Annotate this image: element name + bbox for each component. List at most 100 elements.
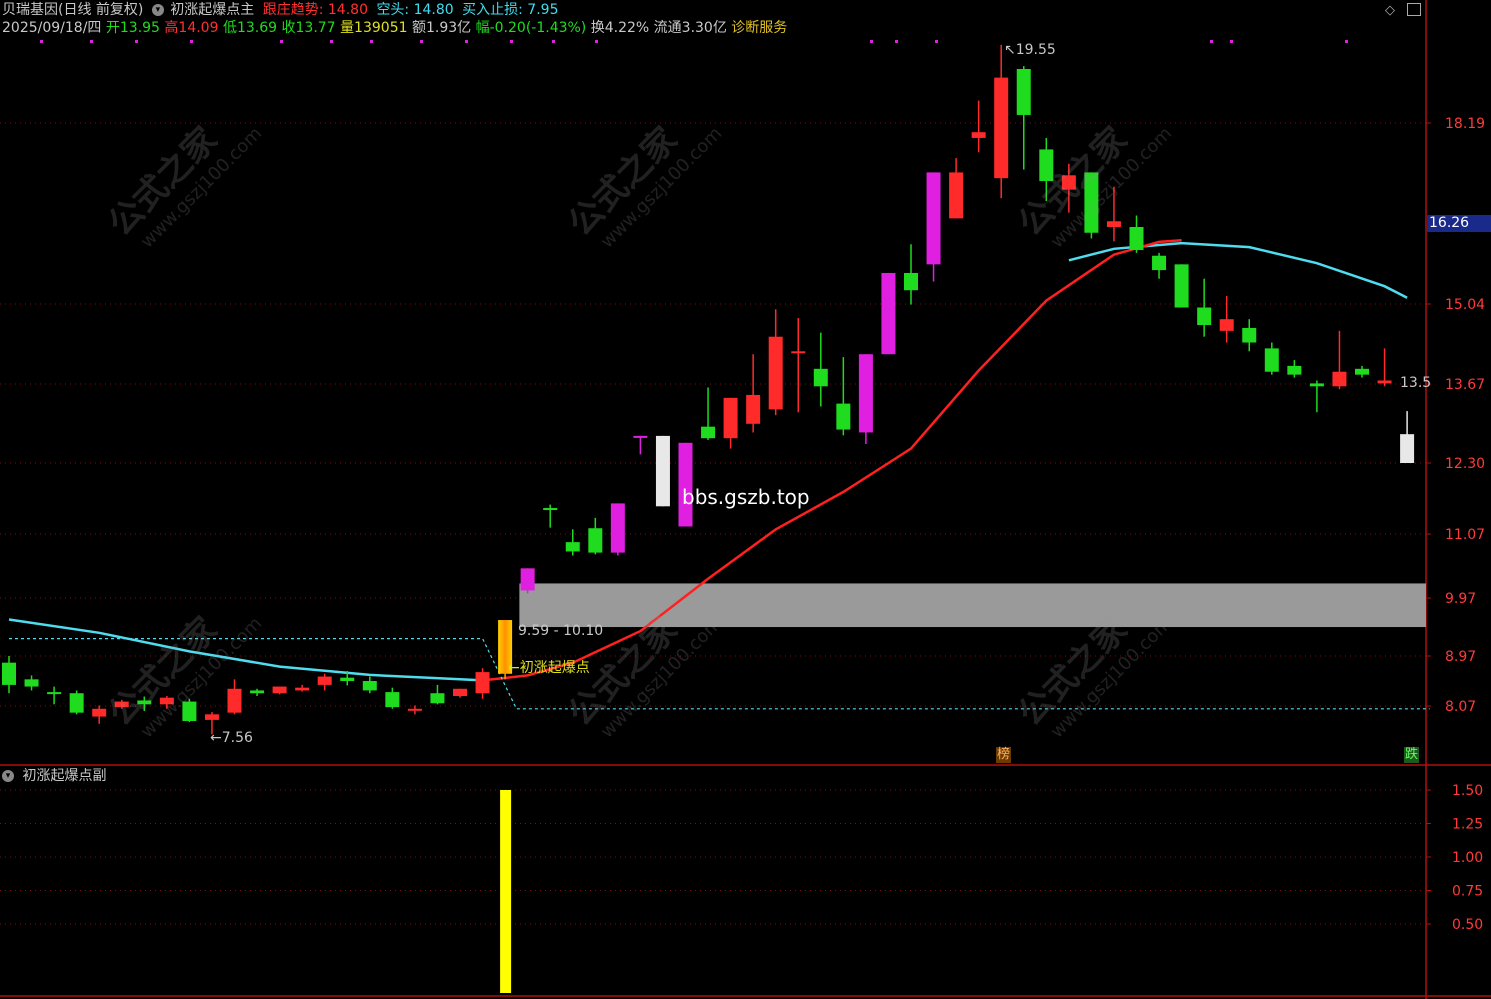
candle-body [159, 697, 174, 705]
candle-body [24, 679, 39, 687]
candle-body [1287, 365, 1302, 375]
sub-indicator-dropdown-icon[interactable]: ▾ [2, 770, 14, 782]
fall-badge[interactable]: 跌 [1404, 747, 1420, 763]
window-toggle-icon[interactable] [1407, 3, 1421, 16]
marker-dot [280, 40, 283, 43]
candle-body [1197, 307, 1212, 326]
trend-label: 跟庄趋势: 14.80 [262, 2, 368, 18]
quote-change: 幅-0.20(-1.43%) [475, 20, 587, 36]
marker-dot [135, 40, 138, 43]
candle-body [971, 132, 986, 138]
marker-dot [90, 40, 93, 43]
candle-body [475, 672, 490, 694]
marker-dot [330, 40, 333, 43]
candle-body [114, 701, 129, 708]
indicator-dropdown-icon[interactable]: ▾ [151, 4, 164, 16]
candle-body [1377, 380, 1392, 384]
candle-body [588, 528, 603, 553]
sub-axis-tick-label: 1.00 [1452, 850, 1483, 866]
candle-body [791, 351, 806, 354]
short-label: 空头: 14.80 [376, 2, 454, 18]
high-price-marker: ↖19.55 [1004, 42, 1056, 58]
quote-amount: 额1.93亿 [411, 20, 472, 36]
candle-body [250, 690, 265, 694]
candle-body [362, 681, 377, 691]
marker-dot [190, 40, 193, 43]
marker-dot [595, 40, 598, 43]
candle-body [272, 686, 287, 694]
candle-body [1016, 68, 1031, 115]
quote-float-cap: 流通3.30亿 [653, 20, 727, 36]
candle-body [1219, 319, 1234, 331]
marker-dot [370, 40, 373, 43]
candle-body [768, 336, 783, 410]
candle-body [2, 662, 16, 685]
marker-dot [1210, 40, 1213, 43]
candle-body [723, 397, 738, 439]
axis-tick-label: 9.97 [1445, 591, 1476, 607]
marker-dot [465, 40, 468, 43]
axis-tick-label: 11.07 [1445, 527, 1485, 543]
candle-body [858, 354, 873, 433]
candle-body [1174, 264, 1189, 308]
site-text: bbs.gszb.top [682, 485, 810, 509]
quote-close: 收13.77 [281, 20, 336, 36]
candle-body [385, 692, 400, 708]
indicator-name[interactable]: 初涨起爆点主 [170, 2, 254, 18]
axis-tick-label: 12.30 [1445, 456, 1485, 472]
quote-date: 2025/09/18/四 [2, 20, 102, 36]
marker-dot [510, 40, 513, 43]
diamond-icon[interactable]: ◇ [1385, 4, 1395, 17]
candle-body [543, 508, 558, 511]
candle-body [340, 677, 355, 681]
marker-dot [870, 40, 873, 43]
candle-body [407, 708, 422, 711]
sub-axis-tick-label: 1.50 [1452, 783, 1483, 799]
marker-dot [420, 40, 423, 43]
sub-axis-tick-label: 1.25 [1452, 817, 1483, 833]
candle-body [926, 172, 941, 265]
candle-body [1152, 255, 1167, 271]
quote-high: 高14.09 [164, 20, 219, 36]
candle-body [92, 708, 107, 717]
candle-body [1242, 327, 1257, 343]
candle-body [701, 426, 716, 439]
candle-body [813, 368, 828, 387]
candle-body [836, 403, 851, 430]
candle-body [227, 688, 242, 713]
candle-body [520, 568, 535, 591]
candle-body [1332, 371, 1347, 387]
candle-body [69, 693, 84, 713]
candle-body [317, 676, 332, 685]
candle-body [949, 172, 964, 219]
candle-body [633, 435, 648, 438]
stop-loss-label: 买入止损: 7.95 [462, 2, 559, 18]
candle-body [881, 272, 896, 355]
candle-body [1129, 227, 1144, 250]
last-price-label: 13.5 [1400, 375, 1432, 391]
signal-label: ←初涨起爆点 [508, 660, 590, 676]
sub-axis-tick-label: 0.50 [1452, 917, 1483, 933]
candle-body [137, 700, 152, 705]
sub-axis-tick-label: 0.75 [1452, 884, 1483, 900]
candle-body [994, 77, 1009, 179]
candle-body [746, 394, 761, 424]
candle-body [1355, 368, 1369, 375]
quote-low: 低13.69 [222, 20, 278, 36]
candle-body [430, 693, 445, 704]
diagnosis-service-link[interactable]: 诊断服务 [731, 20, 787, 36]
axis-tick-label: 8.07 [1445, 699, 1476, 715]
candle-body [655, 435, 670, 507]
ranking-badge[interactable]: 榜 [996, 747, 1012, 763]
axis-tick-label: 18.19 [1445, 116, 1485, 132]
sub-panel-title: 初涨起爆点副 [22, 768, 107, 784]
candle-body [1400, 434, 1415, 463]
candle-body [565, 542, 580, 552]
candle-body [1061, 175, 1076, 190]
marker-dot [1345, 40, 1348, 43]
marker-dot [552, 40, 555, 43]
stock-name[interactable]: 贝瑞基因(日线 前复权) [2, 2, 143, 18]
marker-dot [1230, 40, 1233, 43]
marker-dot [40, 40, 43, 43]
marker-dot [935, 40, 938, 43]
